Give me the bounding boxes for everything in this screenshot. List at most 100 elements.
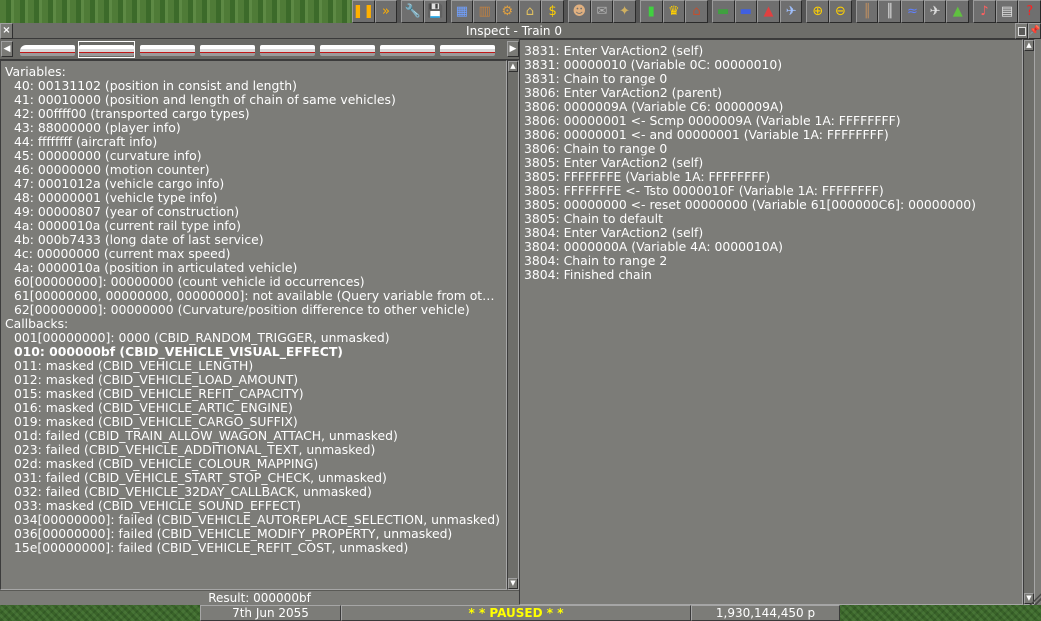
zoom-in-button[interactable]: ⊕: [806, 0, 830, 23]
variable-row[interactable]: 43: 88000000 (player info): [5, 121, 502, 135]
variables-scrollbar[interactable]: ▲ ▼: [507, 60, 519, 590]
vehicle-next-button[interactable]: ▶: [507, 41, 519, 57]
station-list-button[interactable]: ⌂: [518, 0, 542, 23]
variable-row[interactable]: 4a: 0000010a (current rail type info): [5, 219, 502, 233]
zoom-out-icon: ⊖: [835, 4, 846, 19]
variable-row[interactable]: 49: 00000807 (year of construction): [5, 205, 502, 219]
variable-row[interactable]: 036[00000000]: failed (CBID_VEHICLE_MODI…: [5, 527, 502, 541]
variable-row[interactable]: 023: failed (CBID_VEHICLE_ADDITIONAL_TEX…: [5, 443, 502, 457]
variable-row[interactable]: 02d: masked (CBID_VEHICLE_COLOUR_MAPPING…: [5, 457, 502, 471]
variable-row[interactable]: 4b: 000b7433 (long date of last service): [5, 233, 502, 247]
window-title: Inspect - Train 0: [466, 24, 562, 38]
variable-row[interactable]: 48: 00000001 (vehicle type info): [5, 191, 502, 205]
music-button[interactable]: ♪: [973, 0, 996, 23]
variable-row[interactable]: 001[00000000]: 0000 (CBID_RANDOM_TRIGGER…: [5, 331, 502, 345]
variable-row[interactable]: 61[00000000, 00000000, 00000000]: not av…: [5, 289, 502, 303]
subsidies-button[interactable]: ⚙: [495, 0, 519, 23]
zoom-out-button[interactable]: ⊖: [829, 0, 852, 23]
log-row: 3806: 00000001 <- and 00000001 (Variable…: [524, 128, 889, 142]
main-toolbar: ❚❚ » 🔧 💾 ▦ ▥ ⚙ ⌂ $ ☻ ✉ ✦ ▮ ♛ ⌂ ▬ ▬ ▲ ✈ ⊕ ⊖ ║ ║ ≈ ✈ ▲ ♪ ▤?: [352, 0, 1041, 23]
vehicle-part[interactable]: [260, 45, 315, 56]
variable-row[interactable]: 032: failed (CBID_VEHICLE_32DAY_CALLBACK…: [5, 485, 502, 499]
build-railway-button[interactable]: ║: [855, 0, 879, 23]
build-road-icon: ║: [885, 4, 894, 19]
variable-row[interactable]: 011: masked (CBID_VEHICLE_LENGTH): [5, 359, 502, 373]
variable-row[interactable]: 60[00000000]: 00000000 (count vehicle id…: [5, 275, 502, 289]
variable-row[interactable]: 010: 000000bf (CBID_VEHICLE_VISUAL_EFFEC…: [5, 345, 502, 359]
fast-forward-button[interactable]: »: [374, 0, 398, 23]
vehicle-part[interactable]: [380, 45, 435, 56]
pause-button[interactable]: ❚❚: [352, 0, 375, 23]
variables-panel[interactable]: Variables: 40: 00131102 (position in cons…: [0, 60, 507, 590]
vehicle-part[interactable]: [200, 45, 255, 56]
company-button[interactable]: ☻: [567, 0, 591, 23]
goals-button[interactable]: ✦: [613, 0, 636, 23]
variable-row[interactable]: 45: 00000000 (curvature info): [5, 149, 502, 163]
variable-row[interactable]: 015: masked (CBID_VEHICLE_REFIT_CAPACITY…: [5, 387, 502, 401]
finances-button[interactable]: $: [541, 0, 564, 23]
variable-row[interactable]: 033: masked (CBID_VEHICLE_SOUND_EFFECT): [5, 499, 502, 513]
minimap-button[interactable]: ▦: [450, 0, 474, 23]
build-airport-button[interactable]: ✈: [923, 0, 947, 23]
variable-row[interactable]: 4c: 00000000 (current max speed): [5, 247, 502, 261]
road-vehicle-list-button[interactable]: ▬: [734, 0, 758, 23]
log-panel[interactable]: 3831: Enter VarAction2 (self) 3831: 00000…: [519, 39, 1023, 605]
build-waterways-button[interactable]: ≈: [901, 0, 924, 23]
section-heading: Callbacks:: [5, 317, 69, 331]
town-directory-button[interactable]: ▥: [473, 0, 496, 23]
story-book-button[interactable]: ✉: [590, 0, 614, 23]
industries-icon: ⌂: [692, 4, 701, 19]
log-row: 3806: Chain to range 0: [524, 142, 668, 156]
variable-row[interactable]: 012: masked (CBID_VEHICLE_LOAD_AMOUNT): [5, 373, 502, 387]
vehicle-prev-button[interactable]: ◀: [1, 41, 13, 57]
variable-row[interactable]: 47: 0001012a (vehicle cargo info): [5, 177, 502, 191]
vehicle-part[interactable]: [20, 45, 75, 56]
variable-row[interactable]: 41: 00010000 (position and length of cha…: [5, 93, 502, 107]
train-list-button[interactable]: ▬: [711, 0, 735, 23]
variable-row[interactable]: 031: failed (CBID_VEHICLE_START_STOP_CHE…: [5, 471, 502, 485]
variable-row[interactable]: 40: 00131102 (position in consist and le…: [5, 79, 502, 93]
vehicle-part[interactable]: [320, 45, 375, 56]
status-money[interactable]: 1,930,144,450 p: [691, 605, 840, 621]
variable-row[interactable]: 15e[00000000]: failed (CBID_VEHICLE_REFI…: [5, 541, 502, 555]
scroll-down-button[interactable]: ▼: [508, 578, 518, 589]
log-row: 3806: Enter VarAction2 (parent): [524, 86, 722, 100]
help-button[interactable]: ?: [1018, 0, 1041, 23]
build-road-button[interactable]: ║: [878, 0, 902, 23]
vehicle-part[interactable]: [140, 45, 195, 56]
industries-button[interactable]: ⌂: [685, 0, 708, 23]
status-news[interactable]: * * PAUSED * *: [341, 605, 691, 621]
build-airport-icon: ✈: [929, 4, 941, 19]
variable-row[interactable]: 44: ffffffff (aircraft info): [5, 135, 502, 149]
league-table-button[interactable]: ♛: [662, 0, 686, 23]
variable-row[interactable]: 016: masked (CBID_VEHICLE_ARTIC_ENGINE): [5, 401, 502, 415]
vehicle-part[interactable]: [440, 45, 495, 56]
graphs-button[interactable]: ▮: [639, 0, 663, 23]
variable-row[interactable]: 034[00000000]: failed (CBID_VEHICLE_AUTO…: [5, 513, 502, 527]
close-button[interactable]: ×: [0, 23, 13, 39]
save-button[interactable]: 💾: [423, 0, 447, 23]
landscaping-button[interactable]: ▲: [946, 0, 970, 23]
default-size-button[interactable]: [1015, 23, 1028, 39]
log-row: 3805: 00000000 <- reset 00000000 (Variab…: [524, 198, 976, 212]
aircraft-list-button[interactable]: ✈: [779, 0, 803, 23]
scroll-up-button[interactable]: ▲: [508, 61, 518, 72]
log-scrollbar[interactable]: ▲ ▼: [1023, 39, 1035, 605]
messages-button[interactable]: ▤: [995, 0, 1019, 23]
sticky-button[interactable]: 📌: [1028, 23, 1041, 39]
landscaping-icon: ▲: [952, 4, 963, 19]
variable-row[interactable]: 019: masked (CBID_VEHICLE_CARGO_SUFFIX): [5, 415, 502, 429]
vehicle-part[interactable]: [79, 45, 134, 56]
window-titlebar[interactable]: × Inspect - Train 0 📌: [0, 23, 1041, 39]
resize-handle[interactable]: [1029, 593, 1041, 605]
variable-row[interactable]: 01d: failed (CBID_TRAIN_ALLOW_WAGON_ATTA…: [5, 429, 502, 443]
scroll-up-button[interactable]: ▲: [1024, 40, 1034, 51]
variable-row[interactable]: 42: 00ffff00 (transported cargo types): [5, 107, 502, 121]
variables-list: Variables: 40: 00131102 (position in cons…: [5, 65, 502, 555]
settings-button[interactable]: 🔧: [401, 0, 424, 23]
variable-row[interactable]: 46: 00000000 (motion counter): [5, 163, 502, 177]
ship-list-button[interactable]: ▲: [757, 0, 780, 23]
pause-icon: ❚❚: [352, 4, 375, 19]
variable-row[interactable]: 62[00000000]: 00000000 (Curvature/positi…: [5, 303, 502, 317]
variable-row[interactable]: 4a: 0000010a (position in articulated ve…: [5, 261, 502, 275]
